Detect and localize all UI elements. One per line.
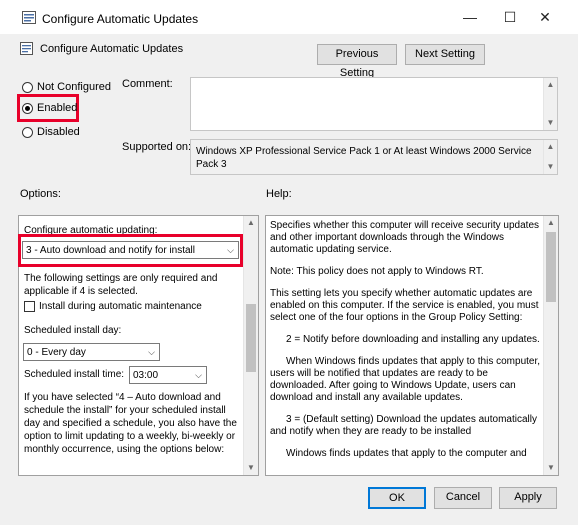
radio-circle-checked[interactable]: [22, 102, 33, 114]
radio-disabled[interactable]: Disabled: [22, 126, 80, 138]
policy-setting-icon: [20, 42, 33, 55]
help-paragraph: 2 = Notify before downloading and instal…: [286, 334, 540, 345]
scroll-down-icon[interactable]: ▼: [544, 116, 557, 130]
close-button[interactable]: ✕: [531, 6, 559, 28]
install-time-dropdown[interactable]: 03:00 ⌵: [129, 366, 207, 384]
configure-updating-value: 3 - Auto download and notify for install: [26, 245, 195, 256]
scroll-thumb[interactable]: [246, 304, 256, 372]
scroll-down-icon[interactable]: ▼: [244, 461, 258, 475]
scroll-down-icon[interactable]: ▼: [544, 160, 557, 174]
help-paragraph: Note: This policy does not apply to Wind…: [270, 266, 484, 277]
scroll-up-icon[interactable]: ▲: [544, 140, 557, 154]
install-day-value: 0 - Every day: [27, 347, 86, 358]
next-setting-button[interactable]: Next Setting: [405, 44, 485, 65]
install-time-label: Scheduled install time:: [24, 369, 125, 380]
maintenance-label: Install during automatic maintenance: [39, 301, 202, 312]
options-label: Options:: [20, 188, 61, 200]
supported-on-box: Windows XP Professional Service Pack 1 o…: [190, 139, 558, 175]
scroll-down-icon[interactable]: ▼: [544, 461, 558, 475]
scroll-up-icon[interactable]: ▲: [544, 78, 557, 92]
cancel-button[interactable]: Cancel: [434, 487, 492, 509]
scroll-thumb[interactable]: [546, 232, 556, 302]
settings-note: The following settings are only required…: [24, 273, 218, 297]
radio-not-configured[interactable]: Not Configured: [22, 81, 111, 93]
help-paragraph: Windows finds updates that apply to the …: [286, 448, 527, 459]
comment-textbox[interactable]: ▲ ▼: [190, 77, 558, 131]
supported-on-label: Supported on:: [122, 141, 192, 153]
install-day-dropdown[interactable]: 0 - Every day ⌵: [23, 343, 160, 361]
schedule-paragraph: If you have selected “4 – Auto download …: [24, 392, 237, 455]
policy-app-icon: [22, 11, 36, 24]
radio-enabled[interactable]: Enabled: [22, 102, 77, 114]
radio-circle[interactable]: [22, 126, 33, 138]
help-paragraph: Specifies whether this computer will rec…: [270, 220, 540, 255]
radio-circle[interactable]: [22, 81, 33, 93]
radio-label: Disabled: [37, 126, 80, 138]
help-label: Help:: [266, 188, 292, 200]
options-scrollbar[interactable]: ▲ ▼: [243, 216, 258, 475]
chevron-down-icon: ⌵: [148, 347, 155, 357]
comment-scrollbar[interactable]: ▲ ▼: [543, 78, 557, 130]
ok-button[interactable]: OK: [368, 487, 426, 509]
help-text: Specifies whether this computer will rec…: [270, 220, 542, 470]
help-paragraph: When Windows finds updates that apply to…: [270, 356, 541, 403]
supported-on-value: Windows XP Professional Service Pack 1 o…: [196, 146, 532, 170]
install-day-label: Scheduled install day:: [24, 325, 122, 336]
window-title: Configure Automatic Updates: [42, 12, 199, 26]
radio-label: Not Configured: [37, 81, 111, 93]
scroll-up-icon[interactable]: ▲: [244, 216, 258, 230]
comment-label: Comment:: [122, 78, 173, 90]
apply-button[interactable]: Apply: [499, 487, 557, 509]
chevron-down-icon: ⌵: [195, 370, 202, 380]
maintenance-checkbox[interactable]: [24, 301, 35, 312]
scroll-up-icon[interactable]: ▲: [544, 216, 558, 230]
help-scrollbar[interactable]: ▲ ▼: [543, 216, 558, 475]
minimize-button[interactable]: —: [456, 6, 484, 28]
policy-name: Configure Automatic Updates: [40, 43, 184, 55]
radio-label: Enabled: [37, 102, 78, 114]
supported-scrollbar[interactable]: ▲ ▼: [543, 140, 557, 174]
previous-setting-button[interactable]: Previous Setting: [317, 44, 397, 79]
chevron-down-icon: ⌵: [227, 245, 234, 255]
maximize-button[interactable]: ☐: [496, 6, 524, 28]
configure-updating-dropdown[interactable]: 3 - Auto download and notify for install…: [22, 241, 239, 259]
help-paragraph: 3 = (Default setting) Download the updat…: [270, 414, 537, 437]
title-bar: Configure Automatic Updates — ☐ ✕: [0, 0, 578, 34]
install-time-value: 03:00: [133, 370, 159, 381]
maintenance-checkbox-row[interactable]: Install during automatic maintenance: [24, 301, 202, 312]
help-panel: Specifies whether this computer will rec…: [265, 215, 559, 476]
help-paragraph: This setting lets you specify whether au…: [270, 288, 539, 323]
